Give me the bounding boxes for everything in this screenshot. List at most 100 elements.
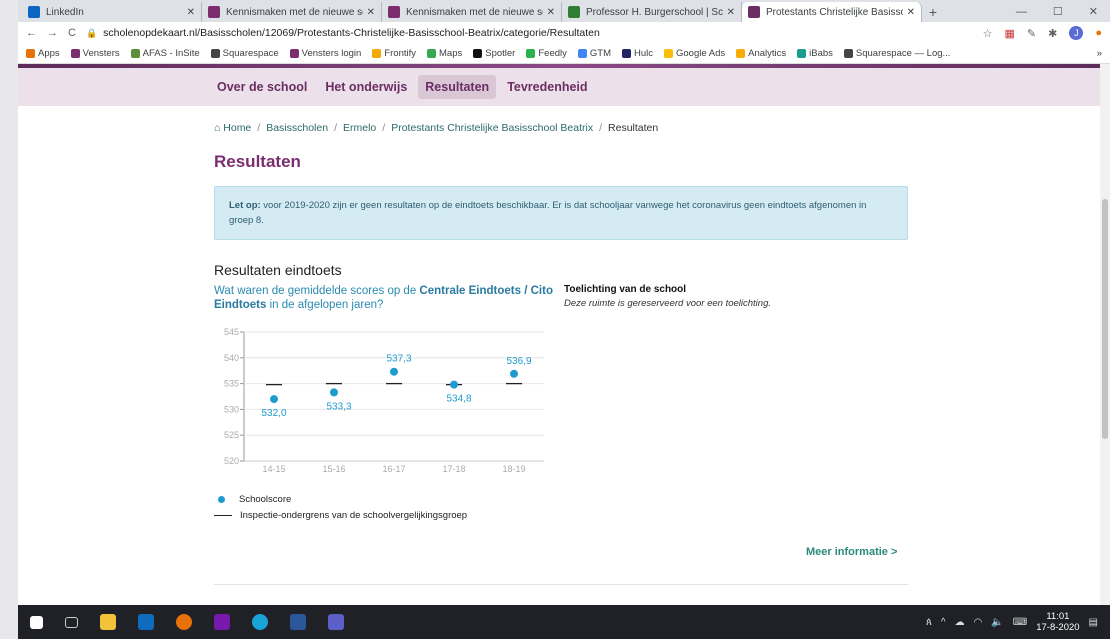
score-data-label: 533,3 — [326, 401, 351, 412]
bookmark-label: AFAS - InSite — [142, 48, 200, 59]
breadcrumb-link[interactable]: Basisscholen — [266, 122, 328, 134]
x-tick-label: 18-19 — [502, 464, 525, 474]
x-tick-label: 14-15 — [262, 464, 285, 474]
bookmark-item[interactable]: Vensters — [70, 48, 120, 59]
breadcrumb-separator: / — [334, 122, 337, 134]
tab-favicon-icon — [748, 6, 760, 18]
scores-chart-svg: 520 525 530 535 540 545 14-15 15-16 16-17 17-18 18… — [224, 327, 544, 474]
people-icon[interactable]: ጰ — [926, 617, 932, 628]
tab-close-icon[interactable]: ✕ — [547, 7, 555, 18]
minimize-icon[interactable]: — — [1016, 2, 1027, 22]
tab-title: Professor H. Burgerschool | Scho — [586, 6, 723, 18]
word-icon[interactable] — [290, 614, 306, 630]
browser-tab[interactable]: Kennismaken met de nieuwe sch ✕ — [382, 2, 562, 22]
breadcrumb-link[interactable]: Ermelo — [343, 122, 376, 134]
extensions-area: ☆ ▦ ✎ ✱ J ● — [983, 26, 1102, 40]
tab-close-icon[interactable]: ✕ — [907, 7, 915, 18]
browser-window: LinkedIn ✕ Kennismaken met de nieuwe sch ✕ K… — [18, 0, 1110, 639]
extension-icon[interactable]: ▦ — [1005, 27, 1015, 40]
new-tab-button[interactable]: + — [922, 2, 944, 22]
volume-icon[interactable]: 🔈 — [991, 617, 1003, 628]
bookmark-item[interactable]: Feedly — [526, 48, 567, 59]
nav-item[interactable]: Resultaten — [418, 75, 497, 99]
breadcrumb-current: Resultaten — [608, 122, 659, 134]
question-text: Wat waren de gemiddelde scores op de — [214, 285, 420, 297]
bookmark-label: GTM — [589, 48, 611, 59]
browser-tab[interactable]: Protestants Christelijke Basissch ✕ — [742, 2, 922, 22]
wifi-icon[interactable]: ◠ — [974, 617, 983, 628]
network-icon[interactable]: ☁ — [955, 617, 965, 628]
bookmark-item[interactable]: Apps — [26, 48, 60, 59]
bookmark-label: Frontify — [384, 48, 417, 59]
bookmark-label: Vensters — [82, 48, 120, 59]
star-icon[interactable]: ☆ — [983, 27, 993, 40]
teams-icon[interactable] — [328, 614, 344, 630]
windows-start-icon[interactable] — [30, 615, 43, 629]
bookmark-item[interactable]: Google Ads — [664, 48, 725, 59]
score-point — [450, 380, 458, 389]
breadcrumb-home-label: Home — [223, 122, 252, 134]
nav-item[interactable]: Over de school — [210, 75, 314, 99]
file-explorer-icon[interactable] — [100, 614, 116, 630]
alert-label: Let op: — [229, 200, 261, 211]
task-view-icon[interactable] — [65, 616, 78, 628]
chrome-icon[interactable] — [176, 614, 192, 630]
close-window-icon[interactable]: ✕ — [1089, 2, 1098, 22]
bookmark-item[interactable]: AFAS - InSite — [130, 48, 200, 59]
bookmark-item[interactable]: Hulc — [621, 48, 653, 59]
bookmark-item[interactable]: Maps — [427, 48, 462, 59]
onenote-icon[interactable] — [214, 614, 230, 630]
reload-icon[interactable]: C — [68, 27, 76, 39]
home-icon: ⌂ — [214, 122, 224, 134]
url-field[interactable]: 🔒 scholenopdekaart.nl/Basisscholen/12069… — [86, 27, 973, 39]
chevron-up-icon[interactable]: ^ — [941, 617, 946, 628]
bookmark-item[interactable]: Vensters login — [289, 48, 361, 59]
bookmark-label: Spotler — [485, 48, 516, 59]
browser-tab[interactable]: Kennismaken met de nieuwe sch ✕ — [202, 2, 382, 22]
breadcrumb-link[interactable]: Protestants Christelijke Basisschool Bea… — [391, 122, 593, 134]
extension-icon[interactable]: ✎ — [1027, 27, 1036, 40]
nav-item[interactable]: Tevredenheid — [500, 75, 594, 99]
bookmark-item[interactable]: Frontify — [372, 48, 416, 59]
main-nav: Over de school Het onderwijs Resultaten Tev… — [18, 68, 1110, 106]
legend-line-label: Inspectie-ondergrens van de schoolvergel… — [240, 509, 468, 521]
clock[interactable]: 11:01 17-8-2020 — [1036, 611, 1079, 633]
tab-strip: LinkedIn ✕ Kennismaken met de nieuwe sch ✕ K… — [18, 0, 1110, 22]
bookmark-item[interactable]: Squarespace — Log... — [843, 48, 950, 59]
y-tick-label: 525 — [224, 430, 239, 440]
edge-icon[interactable] — [252, 614, 268, 630]
y-tick-label: 530 — [224, 404, 239, 414]
scrollbar-thumb[interactable] — [1102, 199, 1108, 439]
lock-icon: 🔒 — [85, 27, 98, 38]
keyboard-icon[interactable]: ⌨ — [1013, 617, 1027, 628]
extension-icon[interactable]: ● — [1095, 27, 1102, 39]
puzzle-icon[interactable]: ✱ — [1048, 27, 1057, 40]
tab-close-icon[interactable]: ✕ — [367, 7, 375, 18]
breadcrumb-home[interactable]: ⌂ Home — [214, 122, 251, 134]
maximize-icon[interactable]: ☐ — [1053, 2, 1063, 22]
bookmark-item[interactable]: Squarespace — [210, 48, 279, 59]
nav-item[interactable]: Het onderwijs — [318, 75, 414, 99]
browser-tab[interactable]: Professor H. Burgerschool | Scho ✕ — [562, 2, 742, 22]
notification-icon[interactable]: ▤ — [1089, 617, 1098, 628]
tab-favicon-icon — [568, 6, 580, 18]
scrollbar[interactable] — [1100, 64, 1110, 605]
back-icon[interactable]: ← — [26, 27, 37, 39]
bookmark-item[interactable]: GTM — [577, 48, 611, 59]
forward-icon[interactable]: → — [47, 27, 58, 39]
bookmark-item[interactable]: Spotler — [473, 48, 515, 59]
bookmark-item[interactable]: iBabs — [797, 48, 833, 59]
tab-close-icon[interactable]: ✕ — [727, 7, 735, 18]
tab-close-icon[interactable]: ✕ — [187, 7, 195, 18]
outlook-icon[interactable] — [138, 614, 154, 630]
bookmark-item[interactable]: Analytics — [736, 48, 786, 59]
scores-chart: 520 525 530 535 540 545 14-15 15-16 16-17 17-18 18… — [214, 326, 564, 481]
tab-title: Kennismaken met de nieuwe sch — [226, 6, 363, 18]
address-bar: ← → C 🔒 scholenopdekaart.nl/Basisscholen… — [18, 22, 1110, 44]
bookmarks-overflow-icon[interactable]: » — [1097, 48, 1102, 59]
more-info-link[interactable]: Meer informatie > — [806, 546, 897, 558]
score-point — [510, 369, 518, 378]
profile-avatar[interactable]: J — [1069, 26, 1084, 40]
bookmark-label: Analytics — [748, 48, 787, 59]
browser-tab[interactable]: LinkedIn ✕ — [22, 2, 202, 22]
